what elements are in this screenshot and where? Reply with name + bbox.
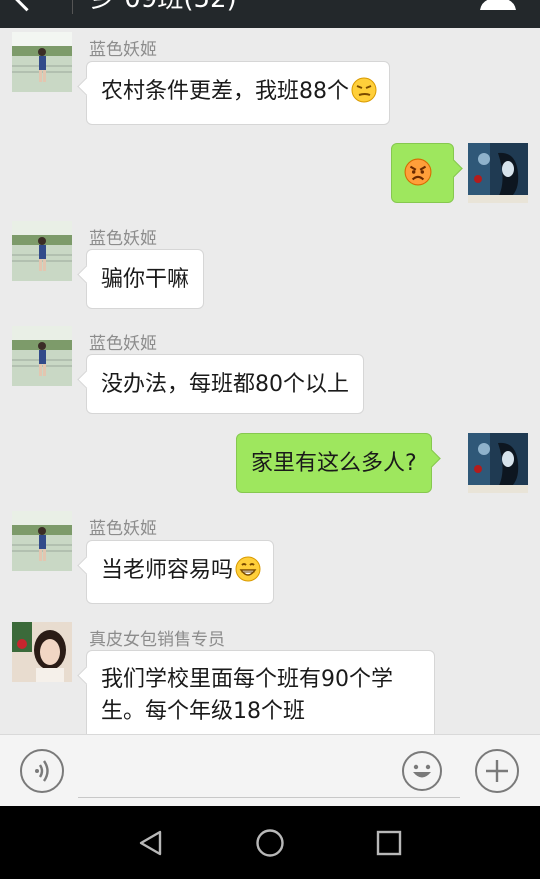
avatar[interactable] bbox=[12, 326, 72, 386]
message-text: 当老师容易吗 bbox=[101, 558, 234, 583]
message-text: 农村条件更差，我班88个 bbox=[101, 79, 349, 104]
grin-emoji bbox=[235, 556, 261, 582]
top-bar: 乡 09班(52) bbox=[0, 0, 540, 28]
message-bubble[interactable]: 家里有这么多人? bbox=[236, 433, 432, 493]
message-bubble[interactable]: 农村条件更差，我班88个 bbox=[86, 61, 390, 125]
sender-name: 真皮女包销售专员 bbox=[89, 630, 225, 650]
message-bubble[interactable]: 我们学校里面每个班有90个学 生。每个年级18个班 bbox=[86, 650, 435, 734]
message-bubble[interactable]: 当老师容易吗 bbox=[86, 540, 275, 604]
sender-name: 蓝色妖姬 bbox=[89, 519, 157, 539]
smiley-icon bbox=[413, 764, 431, 778]
nav-recent-icon[interactable] bbox=[375, 829, 403, 857]
avatar[interactable] bbox=[12, 511, 72, 571]
plus-icon bbox=[486, 760, 508, 782]
message-bubble[interactable]: 骗你干嘛 bbox=[86, 249, 205, 309]
avatar[interactable] bbox=[12, 221, 72, 281]
message-text: 家里有这么多人? bbox=[251, 451, 417, 476]
sender-name: 蓝色妖姬 bbox=[89, 229, 157, 249]
avatar-landscape-icon bbox=[12, 32, 72, 92]
avatar[interactable] bbox=[12, 622, 72, 682]
message-bubble[interactable]: 没办法，每班都80个以上 bbox=[86, 354, 364, 414]
chat-title[interactable]: 乡 09班(52) bbox=[90, 0, 237, 14]
message-text: 没办法，每班都80个以上 bbox=[101, 372, 349, 397]
back-arrow-icon[interactable] bbox=[11, 0, 42, 12]
avatar-dark-blue-icon bbox=[468, 143, 528, 203]
chat-area[interactable]: 蓝色妖姬 农村条件更差，我班88个 蓝色妖姬 骗你干嘛 蓝色妖姬 没办法，每班都… bbox=[0, 28, 540, 734]
message-text: 骗你干嘛 bbox=[101, 267, 190, 292]
avatar-landscape-icon bbox=[12, 221, 72, 281]
avatar-landscape-icon bbox=[12, 511, 72, 571]
person-icon[interactable] bbox=[478, 0, 518, 10]
avatar-woman-icon bbox=[12, 622, 72, 682]
avatar-dark-blue-icon bbox=[468, 433, 528, 493]
emoji-button[interactable] bbox=[402, 751, 442, 791]
avatar[interactable] bbox=[468, 433, 528, 493]
avatar-landscape-icon bbox=[12, 326, 72, 386]
voice-button[interactable] bbox=[20, 749, 64, 793]
plus-button[interactable] bbox=[475, 749, 519, 793]
system-nav-bar bbox=[0, 806, 540, 879]
message-bubble[interactable] bbox=[391, 143, 454, 203]
title-divider bbox=[72, 0, 73, 14]
nav-back-icon[interactable] bbox=[136, 828, 166, 858]
nav-home-icon[interactable] bbox=[254, 827, 286, 859]
input-bar bbox=[0, 734, 540, 807]
smirk-emoji bbox=[351, 77, 377, 103]
angry-emoji bbox=[404, 158, 432, 186]
sender-name: 蓝色妖姬 bbox=[89, 334, 157, 354]
avatar[interactable] bbox=[468, 143, 528, 203]
message-text-line: 生。每个年级18个班 bbox=[101, 699, 305, 724]
message-text-line: 我们学校里面每个班有90个学 bbox=[101, 667, 393, 692]
sender-name: 蓝色妖姬 bbox=[89, 40, 157, 60]
avatar[interactable] bbox=[12, 32, 72, 92]
voice-icon bbox=[35, 760, 49, 782]
